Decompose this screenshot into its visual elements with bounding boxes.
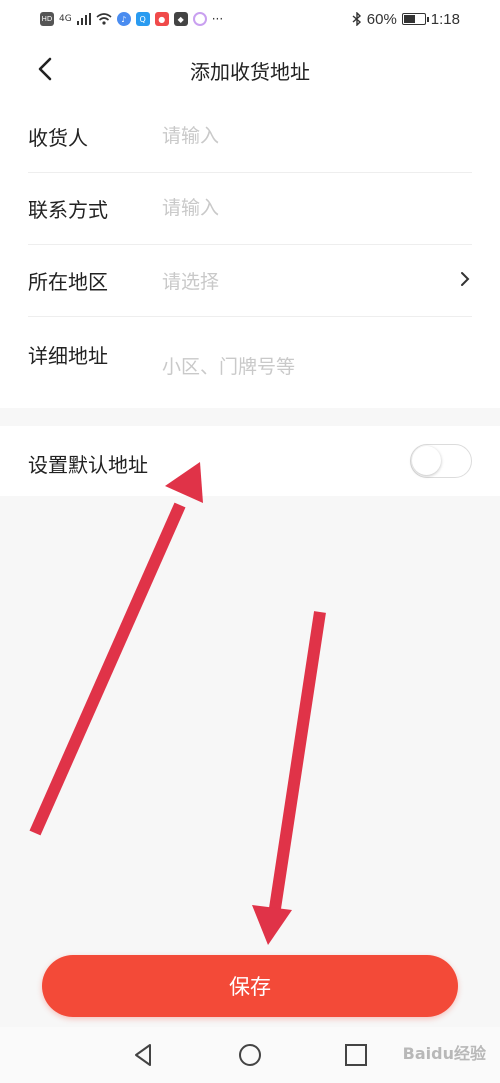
- watermark: Baidu经验: [402, 1044, 486, 1063]
- clock: 1:18: [430, 10, 460, 28]
- address-label: 详细地址: [28, 344, 108, 368]
- toggle-knob: [412, 446, 441, 475]
- shopping-app-icon: ●: [154, 12, 169, 26]
- status-right: 60% 1:18: [352, 11, 460, 28]
- search-app-icon: Q: [135, 12, 150, 26]
- region-label: 所在地区: [28, 270, 108, 294]
- address-row: 详细地址: [28, 316, 472, 408]
- default-address-row: 设置默认地址: [0, 426, 500, 496]
- recipient-input[interactable]: [162, 120, 442, 152]
- status-bar: HD 4G ♪ Q ● ◆ ··· 60% 1:18: [0, 0, 500, 38]
- network-type: 4G: [59, 14, 72, 24]
- phone-label: 联系方式: [28, 198, 108, 222]
- arrow-to-save-icon: [252, 611, 326, 945]
- status-left-icons: HD 4G ♪ Q ● ◆ ···: [40, 12, 223, 26]
- region-row[interactable]: 所在地区 请选择: [28, 244, 472, 317]
- default-address-toggle[interactable]: [410, 444, 472, 478]
- recipient-row: 收货人: [28, 100, 472, 173]
- nav-back-icon[interactable]: [130, 1041, 158, 1069]
- signal-icon: [76, 13, 91, 25]
- battery-icon: [401, 13, 429, 25]
- nav-recents-icon[interactable]: [342, 1041, 370, 1069]
- shield-app-icon: ◆: [173, 12, 188, 26]
- wifi-icon: [96, 13, 112, 25]
- recipient-label: 收货人: [28, 126, 88, 150]
- page-title: 添加收货地址: [190, 60, 310, 84]
- header: 添加收货地址: [0, 38, 500, 100]
- circle-app-icon: [192, 12, 207, 26]
- battery-level: [403, 15, 415, 23]
- save-button[interactable]: 保存: [42, 955, 458, 1017]
- chevron-right-icon[interactable]: [458, 270, 472, 288]
- region-select[interactable]: 请选择: [162, 267, 219, 294]
- address-input[interactable]: [162, 352, 442, 408]
- hd-icon: HD: [40, 12, 54, 26]
- default-address-label: 设置默认地址: [28, 453, 148, 477]
- bluetooth-icon: [352, 12, 361, 26]
- phone-row: 联系方式: [28, 172, 472, 245]
- battery-percent: 60%: [366, 10, 397, 28]
- nav-home-icon[interactable]: [236, 1041, 264, 1069]
- more-notifications: ···: [211, 12, 224, 26]
- phone-input[interactable]: [162, 192, 442, 224]
- arrow-to-toggle-icon: [29, 462, 203, 836]
- music-app-icon: ♪: [116, 12, 131, 26]
- address-form: 收货人 联系方式 所在地区 请选择 详细地址: [0, 100, 500, 408]
